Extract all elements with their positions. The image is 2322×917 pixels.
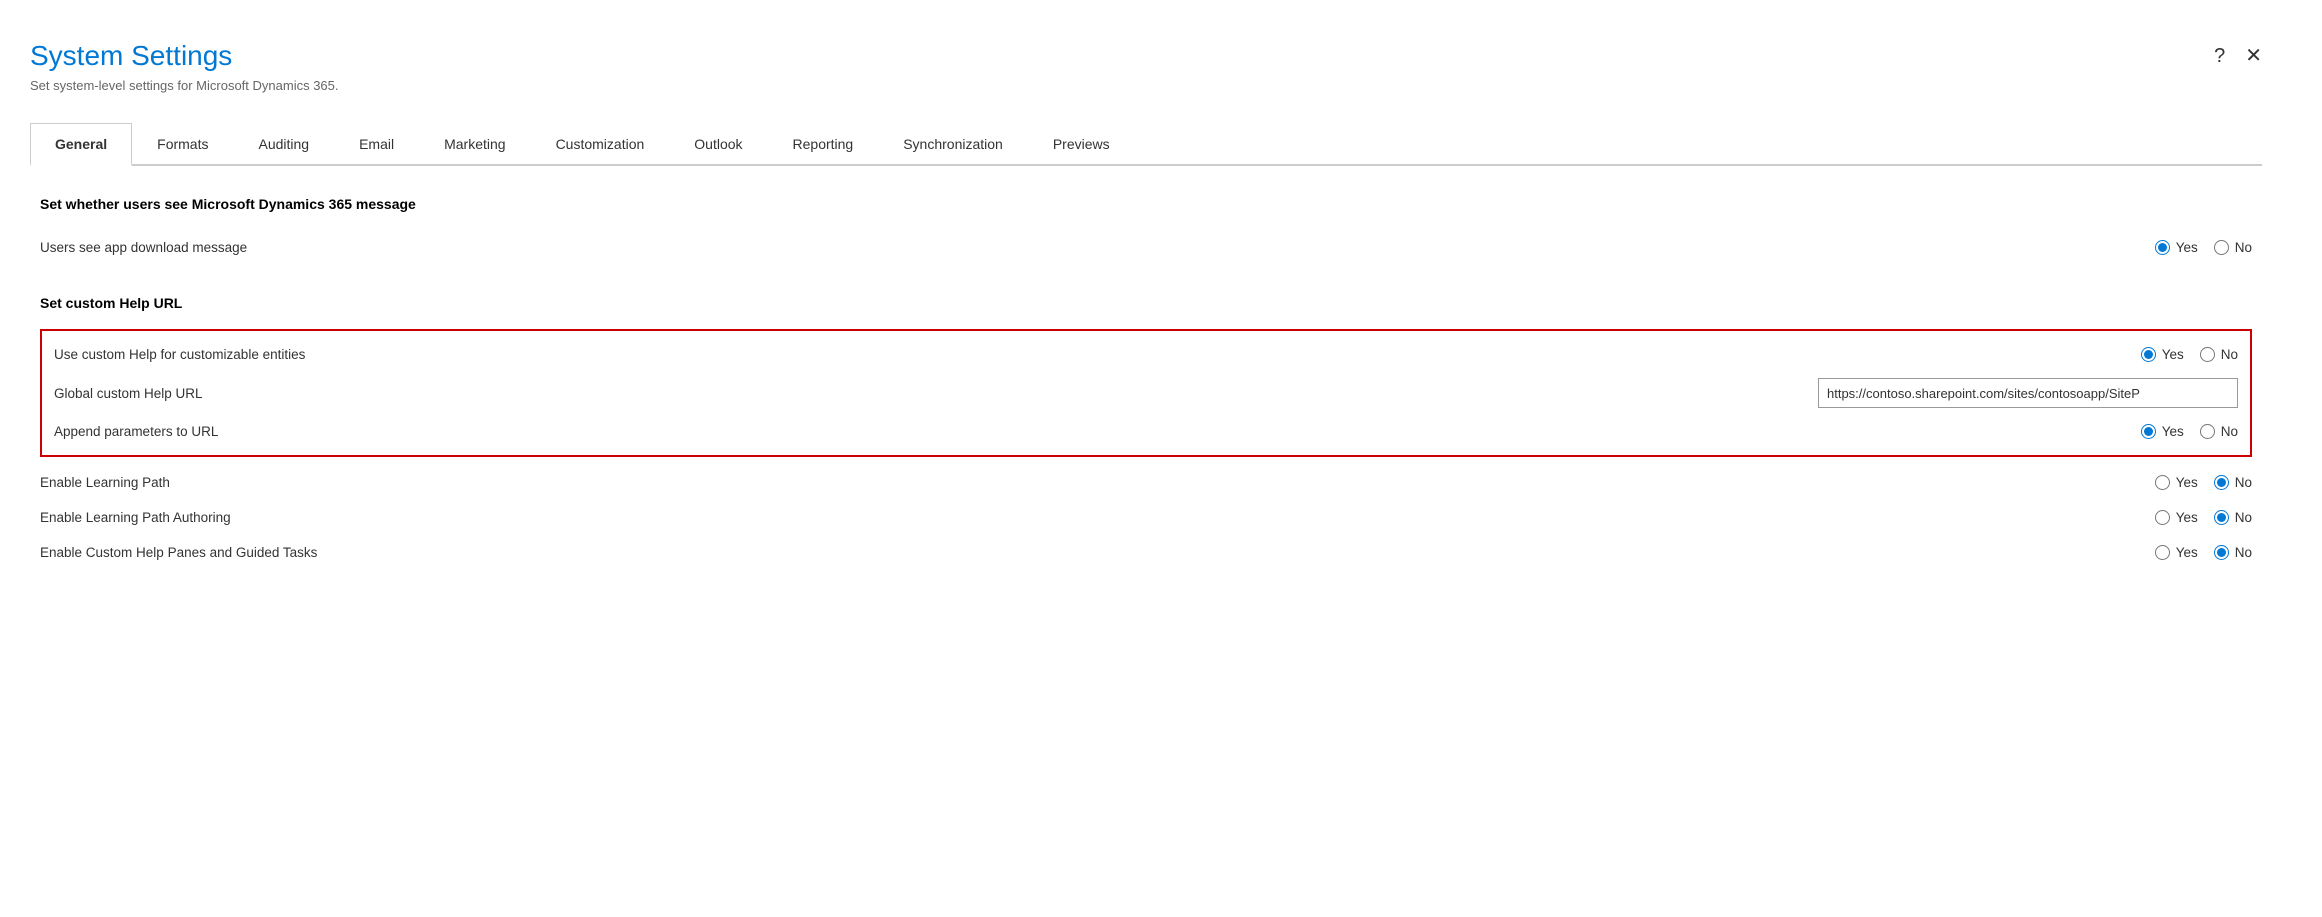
- control-use-custom-help: Yes No: [1958, 347, 2238, 362]
- help-icon[interactable]: ?: [2214, 46, 2225, 66]
- radio-input-enable-learning-path-yes[interactable]: [2155, 475, 2170, 490]
- row-append-parameters: Append parameters to URL Yes No: [54, 416, 2238, 447]
- radio-enable-learning-path-authoring-no[interactable]: No: [2214, 510, 2252, 525]
- radio-input-append-parameters-no[interactable]: [2200, 424, 2215, 439]
- row-enable-learning-path-authoring: Enable Learning Path Authoring Yes No: [40, 500, 2252, 535]
- radio-label-yes-4: Yes: [2176, 475, 2198, 490]
- radio-app-download-no[interactable]: No: [2214, 240, 2252, 255]
- tab-email[interactable]: Email: [334, 123, 419, 164]
- radio-input-append-parameters-yes[interactable]: [2141, 424, 2156, 439]
- control-enable-learning-path-authoring: Yes No: [1972, 510, 2252, 525]
- radio-append-parameters-no[interactable]: No: [2200, 424, 2238, 439]
- tabs-container: General Formats Auditing Email Marketing…: [30, 123, 2262, 166]
- radio-group-app-download: Yes No: [2155, 240, 2252, 255]
- close-icon[interactable]: ✕: [2245, 46, 2262, 66]
- radio-group-use-custom-help: Yes No: [2141, 347, 2238, 362]
- tab-outlook[interactable]: Outlook: [669, 123, 767, 164]
- radio-group-append-parameters: Yes No: [2141, 424, 2238, 439]
- system-settings-dialog: System Settings Set system-level setting…: [0, 0, 2322, 917]
- radio-input-app-download-no[interactable]: [2214, 240, 2229, 255]
- radio-use-custom-help-no[interactable]: No: [2200, 347, 2238, 362]
- row-use-custom-help: Use custom Help for customizable entitie…: [54, 339, 2238, 370]
- radio-group-enable-learning-path: Yes No: [2155, 475, 2252, 490]
- radio-input-use-custom-help-no[interactable]: [2200, 347, 2215, 362]
- dialog-title: System Settings: [30, 40, 2214, 72]
- control-enable-custom-help-panes: Yes No: [1972, 545, 2252, 560]
- tab-previews[interactable]: Previews: [1028, 123, 1135, 164]
- section-title-microsoft-message: Set whether users see Microsoft Dynamics…: [40, 196, 2252, 212]
- tab-auditing[interactable]: Auditing: [233, 123, 334, 164]
- label-enable-learning-path: Enable Learning Path: [40, 475, 1972, 490]
- content-area: Set whether users see Microsoft Dynamics…: [30, 196, 2262, 570]
- row-global-custom-help-url: Global custom Help URL: [54, 370, 2238, 416]
- radio-group-enable-learning-path-authoring: Yes No: [2155, 510, 2252, 525]
- radio-input-use-custom-help-yes[interactable]: [2141, 347, 2156, 362]
- radio-label-yes: Yes: [2176, 240, 2198, 255]
- label-enable-learning-path-authoring: Enable Learning Path Authoring: [40, 510, 1972, 525]
- section-title-custom-help: Set custom Help URL: [40, 295, 2252, 311]
- row-app-download-message: Users see app download message Yes No: [40, 230, 2252, 265]
- header-actions: ? ✕: [2214, 40, 2262, 66]
- tab-formats[interactable]: Formats: [132, 123, 233, 164]
- control-app-download-message: Yes No: [1972, 240, 2252, 255]
- radio-enable-custom-help-panes-no[interactable]: No: [2214, 545, 2252, 560]
- section-custom-help: Set custom Help URL Use custom Help for …: [40, 295, 2252, 570]
- control-append-parameters: Yes No: [1958, 424, 2238, 439]
- radio-label-yes-5: Yes: [2176, 510, 2198, 525]
- input-global-custom-help-url[interactable]: [1818, 378, 2238, 408]
- control-enable-learning-path: Yes No: [1972, 475, 2252, 490]
- radio-label-yes-2: Yes: [2162, 347, 2184, 362]
- highlighted-custom-help-section: Use custom Help for customizable entitie…: [40, 329, 2252, 457]
- row-enable-learning-path: Enable Learning Path Yes No: [40, 465, 2252, 500]
- label-enable-custom-help-panes: Enable Custom Help Panes and Guided Task…: [40, 545, 1972, 560]
- radio-label-no-5: No: [2235, 510, 2252, 525]
- radio-enable-custom-help-panes-yes[interactable]: Yes: [2155, 545, 2198, 560]
- label-global-custom-help-url: Global custom Help URL: [54, 386, 1818, 401]
- header-title-section: System Settings Set system-level setting…: [30, 40, 2214, 93]
- label-append-parameters: Append parameters to URL: [54, 424, 1958, 439]
- radio-input-enable-learning-path-no[interactable]: [2214, 475, 2229, 490]
- tab-synchronization[interactable]: Synchronization: [878, 123, 1028, 164]
- radio-enable-learning-path-no[interactable]: No: [2214, 475, 2252, 490]
- tab-customization[interactable]: Customization: [531, 123, 670, 164]
- radio-append-parameters-yes[interactable]: Yes: [2141, 424, 2184, 439]
- radio-input-app-download-yes[interactable]: [2155, 240, 2170, 255]
- radio-group-enable-custom-help-panes: Yes No: [2155, 545, 2252, 560]
- radio-enable-learning-path-yes[interactable]: Yes: [2155, 475, 2198, 490]
- tab-reporting[interactable]: Reporting: [768, 123, 879, 164]
- control-global-custom-help-url: [1818, 378, 2238, 408]
- radio-use-custom-help-yes[interactable]: Yes: [2141, 347, 2184, 362]
- dialog-header: System Settings Set system-level setting…: [30, 40, 2262, 93]
- radio-label-no-2: No: [2221, 347, 2238, 362]
- radio-enable-learning-path-authoring-yes[interactable]: Yes: [2155, 510, 2198, 525]
- tab-marketing[interactable]: Marketing: [419, 123, 530, 164]
- radio-label-no-6: No: [2235, 545, 2252, 560]
- radio-label-no-3: No: [2221, 424, 2238, 439]
- radio-input-enable-learning-path-authoring-yes[interactable]: [2155, 510, 2170, 525]
- row-enable-custom-help-panes: Enable Custom Help Panes and Guided Task…: [40, 535, 2252, 570]
- section-microsoft-message: Set whether users see Microsoft Dynamics…: [40, 196, 2252, 265]
- dialog-subtitle: Set system-level settings for Microsoft …: [30, 78, 2214, 93]
- radio-input-enable-custom-help-panes-yes[interactable]: [2155, 545, 2170, 560]
- radio-input-enable-learning-path-authoring-no[interactable]: [2214, 510, 2229, 525]
- radio-label-yes-6: Yes: [2176, 545, 2198, 560]
- radio-label-yes-3: Yes: [2162, 424, 2184, 439]
- label-use-custom-help: Use custom Help for customizable entitie…: [54, 347, 1958, 362]
- radio-label-no: No: [2235, 240, 2252, 255]
- tab-general[interactable]: General: [30, 123, 132, 166]
- radio-label-no-4: No: [2235, 475, 2252, 490]
- radio-input-enable-custom-help-panes-no[interactable]: [2214, 545, 2229, 560]
- radio-app-download-yes[interactable]: Yes: [2155, 240, 2198, 255]
- label-app-download-message: Users see app download message: [40, 240, 1972, 255]
